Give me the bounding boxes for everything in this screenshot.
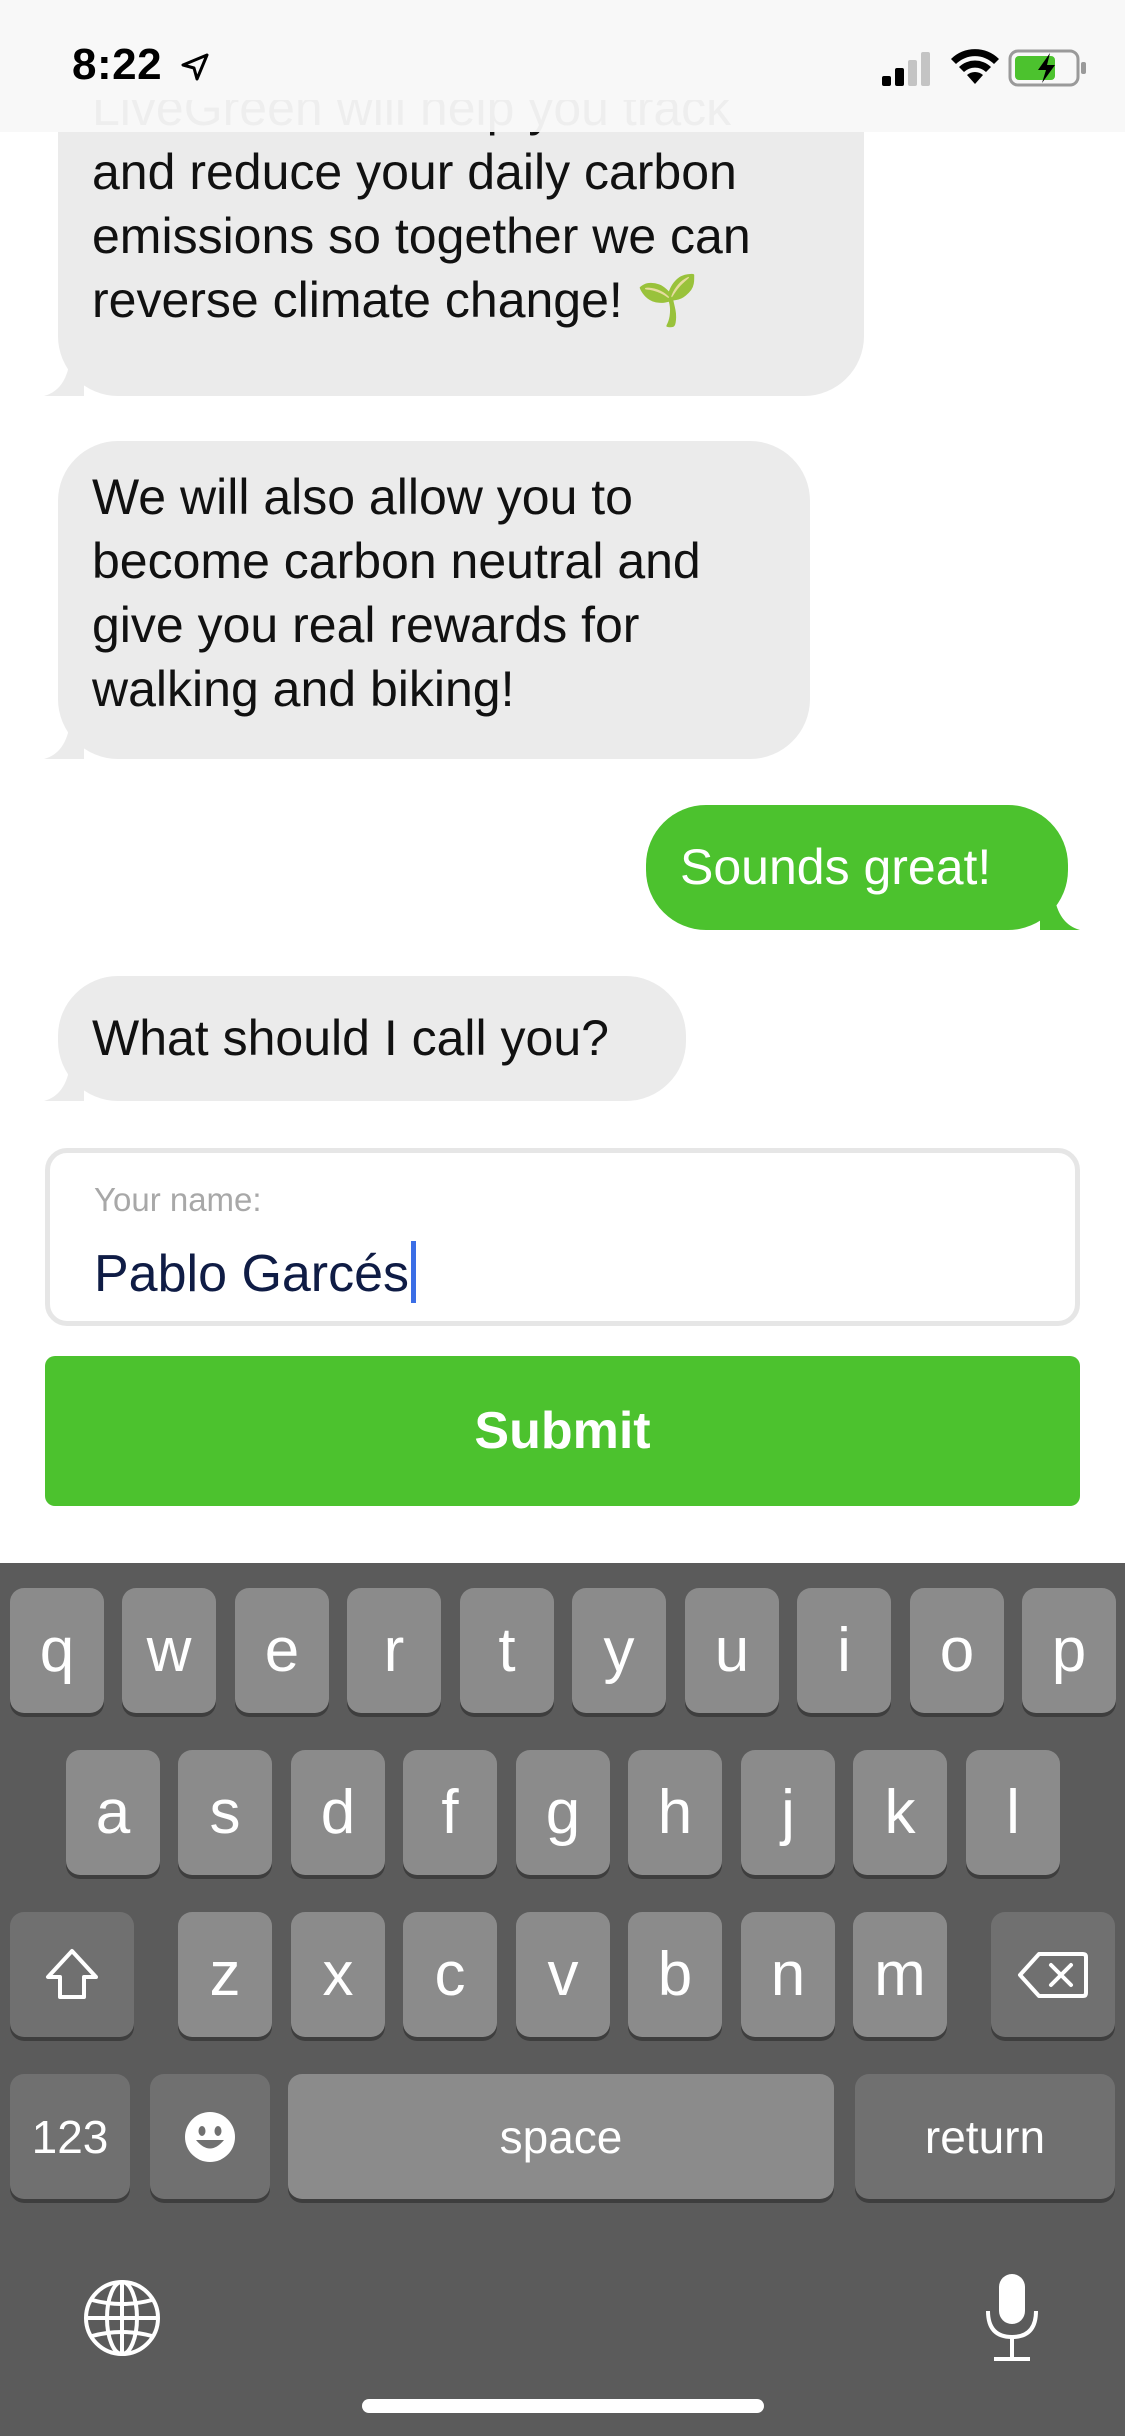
bubble-tail-icon (44, 1065, 84, 1101)
key-q[interactable]: q (10, 1588, 104, 1713)
key-f[interactable]: f (403, 1750, 497, 1875)
message-line: give you real rewards for (92, 597, 640, 653)
bubble-tail-icon (44, 723, 84, 759)
key-m[interactable]: m (853, 1912, 947, 2037)
delete-icon (1018, 1951, 1088, 1998)
name-input-card[interactable]: Your name: Pablo Garcés (45, 1148, 1080, 1326)
message-line: Sounds great! (680, 839, 992, 895)
key-x[interactable]: x (291, 1912, 385, 2037)
key-e[interactable]: e (235, 1588, 329, 1713)
name-field-label: Your name: (94, 1181, 262, 1218)
key-j[interactable]: j (741, 1750, 835, 1875)
key-c[interactable]: c (403, 1912, 497, 2037)
status-time: 8:22 (72, 40, 163, 89)
message-line: We will also allow you to (92, 469, 633, 525)
submit-button[interactable]: Submit (45, 1356, 1080, 1506)
key-s[interactable]: s (178, 1750, 272, 1875)
message-line: and reduce your daily carbon (92, 144, 737, 200)
key-p[interactable]: p (1022, 1588, 1116, 1713)
bot-message-intro: LiveGreen will help you track and reduce… (58, 100, 864, 396)
numbers-key[interactable]: 123 (10, 2074, 130, 2199)
key-b[interactable]: b (628, 1912, 722, 2037)
key-o[interactable]: o (910, 1588, 1004, 1713)
globe-icon[interactable] (82, 2278, 162, 2358)
key-w[interactable]: w (122, 1588, 216, 1713)
bubble-tail-icon (44, 360, 84, 396)
name-field[interactable]: Pablo Garcés (94, 1241, 417, 1304)
wifi-icon (951, 49, 999, 84)
location-arrow-icon (181, 53, 209, 81)
user-message-reply: Sounds great! (646, 805, 1068, 930)
key-v[interactable]: v (516, 1912, 610, 2037)
bubble-tail-icon (1040, 894, 1080, 930)
key-g[interactable]: g (516, 1750, 610, 1875)
delete-key[interactable] (991, 1912, 1115, 2037)
home-indicator[interactable] (362, 2399, 764, 2413)
key-h[interactable]: h (628, 1750, 722, 1875)
key-k[interactable]: k (853, 1750, 947, 1875)
message-line: become carbon neutral and (92, 533, 701, 589)
status-bar: 8:22 (0, 0, 1125, 132)
shift-icon (46, 1948, 98, 1999)
microphone-icon[interactable] (982, 2271, 1042, 2363)
key-d[interactable]: d (291, 1750, 385, 1875)
cellular-signal-icon (882, 52, 930, 86)
message-line: emissions so together we can (92, 208, 751, 264)
message-line: reverse climate change! 🌱 (92, 272, 699, 328)
key-n[interactable]: n (741, 1912, 835, 2037)
emoji-icon (185, 2111, 235, 2162)
message-line: What should I call you? (92, 1010, 609, 1066)
shift-key[interactable] (10, 1912, 134, 2037)
key-u[interactable]: u (685, 1588, 779, 1713)
bot-message-name-question: What should I call you? (58, 976, 686, 1101)
return-key[interactable]: return (855, 2074, 1115, 2199)
key-t[interactable]: t (460, 1588, 554, 1713)
key-a[interactable]: a (66, 1750, 160, 1875)
text-caret (411, 1241, 417, 1303)
key-z[interactable]: z (178, 1912, 272, 2037)
keyboard: q w e r t y u i o p a s d f g h j k l z … (0, 1563, 1125, 2436)
emoji-key[interactable] (150, 2074, 270, 2199)
message-line: walking and biking! (92, 661, 515, 717)
name-value-text: Pablo Garcés (94, 1245, 410, 1303)
key-l[interactable]: l (966, 1750, 1060, 1875)
battery-charging-icon (1008, 49, 1086, 87)
bot-message-rewards: We will also allow you to become carbon … (58, 441, 810, 759)
chat-thread: LiveGreen will help you track and reduce… (0, 0, 1125, 1560)
key-i[interactable]: i (797, 1588, 891, 1713)
space-key[interactable]: space (288, 2074, 834, 2199)
key-y[interactable]: y (572, 1588, 666, 1713)
key-r[interactable]: r (347, 1588, 441, 1713)
